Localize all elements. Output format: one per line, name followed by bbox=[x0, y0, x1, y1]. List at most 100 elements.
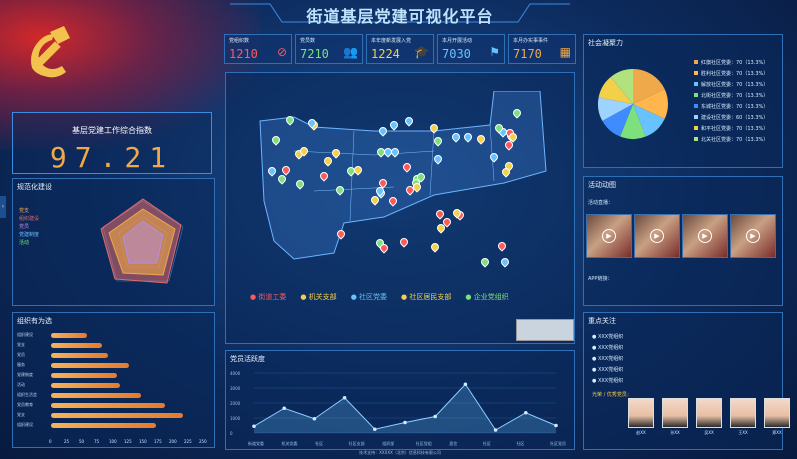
hbar-row: 服务 bbox=[17, 362, 207, 369]
video-thumb[interactable]: ▶ bbox=[730, 214, 776, 258]
x-tick-label: 居住 bbox=[449, 440, 457, 446]
member-card[interactable]: 王XX bbox=[730, 398, 756, 436]
honor-label: 光荣 / 优秀党员： bbox=[592, 392, 632, 398]
legend-swatch bbox=[694, 126, 698, 130]
pie-legend-item: 北街社区党委：70（13.3%） bbox=[694, 92, 768, 99]
focus-item-label: XXX党组织 bbox=[597, 378, 624, 384]
play-icon[interactable]: ▶ bbox=[602, 229, 616, 243]
panel-title: 组织有为选 bbox=[17, 317, 52, 325]
minimap[interactable] bbox=[516, 319, 574, 341]
hbar-label: 党员 bbox=[17, 352, 25, 357]
map-legend-item[interactable]: ● 社区党委 bbox=[351, 293, 387, 301]
kpi-label: 党组织数 bbox=[229, 38, 250, 44]
axis-tick: 175 bbox=[154, 439, 162, 444]
map-panel bbox=[225, 72, 575, 344]
line-point[interactable] bbox=[554, 423, 558, 428]
x-tick-label: 社区 bbox=[483, 440, 491, 446]
legend-swatch bbox=[694, 93, 698, 97]
y-tick-label: 3000 bbox=[230, 386, 241, 391]
focus-item[interactable]: ● XXX党组织 bbox=[592, 377, 623, 384]
page-title: 街道基层党建可视化平台 bbox=[306, 7, 494, 26]
legend-dot-icon: ● bbox=[350, 293, 360, 301]
legend-label: 企业党组织 bbox=[473, 293, 509, 301]
map-legend-item[interactable]: ● 社区居民支部 bbox=[401, 293, 451, 301]
member-name: 郑XX bbox=[772, 430, 782, 435]
member-photo bbox=[764, 398, 790, 428]
hbar-bar bbox=[51, 373, 117, 378]
map-legend: ● 街道工委 ● 机关支部 ● 社区党委 ● 社区居民支部 ● 企业党组织 bbox=[250, 292, 523, 302]
line-point[interactable] bbox=[252, 424, 256, 429]
axis-tick: 75 bbox=[94, 439, 100, 444]
member-name: 赵XX bbox=[636, 430, 646, 435]
line-area bbox=[254, 384, 556, 433]
map-legend-item[interactable]: ● 机关支部 bbox=[300, 293, 336, 301]
legend-dot-icon: ● bbox=[300, 293, 309, 301]
member-card[interactable]: 孙XX bbox=[662, 398, 688, 436]
line-point[interactable] bbox=[493, 428, 498, 432]
line-point[interactable] bbox=[433, 414, 437, 419]
member-card[interactable]: 赵XX bbox=[628, 398, 654, 436]
kpi-value: 7030 bbox=[442, 47, 471, 61]
line-point[interactable] bbox=[282, 406, 286, 411]
focus-item[interactable]: ● XXX党组织 bbox=[592, 366, 623, 373]
legend-label: 街道工委 bbox=[258, 293, 287, 301]
member-photo bbox=[730, 398, 756, 428]
kpi-value: 1210 bbox=[229, 47, 258, 61]
member-photo bbox=[662, 398, 688, 428]
legend-dot-icon: ● bbox=[465, 293, 474, 301]
legend-item: 组织建设 bbox=[19, 216, 40, 222]
axis-tick: 25 bbox=[64, 439, 70, 444]
kpi-card-deeds: 本月办实事事件 7170 ▦ bbox=[508, 34, 576, 64]
hbar-label: 党支 bbox=[17, 342, 25, 347]
party-emblem-icon bbox=[31, 26, 70, 78]
line-point[interactable] bbox=[524, 410, 528, 415]
member-card[interactable]: 郑XX bbox=[764, 398, 790, 436]
index-value: 97.21 bbox=[49, 141, 175, 174]
video-thumb[interactable]: ▶ bbox=[682, 214, 728, 258]
axis-tick: 200 bbox=[169, 439, 177, 444]
collapse-handle[interactable]: › bbox=[0, 196, 6, 218]
play-icon[interactable]: ▶ bbox=[698, 229, 712, 243]
focus-item[interactable]: ● XXX党组织 bbox=[592, 355, 623, 362]
legend-label: 北街社区党委：70（13.3%） bbox=[701, 93, 769, 99]
live-label: 活动直播： bbox=[588, 200, 614, 206]
legend-label: 机关支部 bbox=[308, 293, 337, 301]
organization-panel: 组织有为选 组织建设 党支 党员 服务 党建制度 活动 组织生活会 党员教育 党支 组织建设 02… bbox=[12, 312, 215, 448]
line-point[interactable] bbox=[403, 420, 407, 425]
hbar-label: 组织建设 bbox=[17, 422, 33, 427]
axis-tick: 125 bbox=[124, 439, 132, 444]
play-icon[interactable]: ▶ bbox=[650, 229, 664, 243]
hbar-bar bbox=[51, 343, 102, 348]
district-map bbox=[259, 91, 547, 260]
legend-swatch bbox=[694, 115, 698, 119]
hbar-row: 组织建设 bbox=[17, 422, 207, 429]
legend-item: 党员 bbox=[19, 224, 30, 230]
pie-legend-item: 北关社区党委：70（13.3%） bbox=[694, 136, 768, 143]
hbar-row: 党建制度 bbox=[17, 372, 207, 379]
video-thumb[interactable]: ▶ bbox=[586, 214, 632, 258]
pie-legend-item: 解放社区党委：70（13.3%） bbox=[694, 81, 768, 88]
video-thumb[interactable]: ▶ bbox=[634, 214, 680, 258]
activity-panel: 党员活跃度 4000 3000 2000 1000 0 街道党委 机关党委 社区 社区支部 组织部… bbox=[225, 350, 575, 450]
hbar-bar bbox=[51, 383, 120, 388]
member-photo bbox=[628, 398, 654, 428]
focus-item[interactable]: ● XXX党组织 bbox=[592, 344, 623, 351]
line-point[interactable] bbox=[373, 427, 377, 432]
focus-item-label: XXX党组织 bbox=[597, 345, 624, 351]
kpi-card-new: 本年度新发展入党 1224 🎓 bbox=[366, 34, 434, 64]
member-card[interactable]: 吴XX bbox=[696, 398, 722, 436]
map-legend-item[interactable]: ● 企业党组织 bbox=[465, 293, 508, 301]
legend-label: 红旗社区党委：70（13.3%） bbox=[701, 60, 769, 66]
legend-swatch bbox=[694, 137, 698, 141]
line-point[interactable] bbox=[312, 416, 317, 421]
hbar-row: 党员教育 bbox=[17, 402, 207, 409]
map-legend-item[interactable]: ● 街道工委 bbox=[250, 293, 286, 301]
legend-label: 和平社区党委：70（13.3%） bbox=[701, 126, 769, 132]
pie-legend-item: 胜利社区党委：70（13.3%） bbox=[694, 70, 768, 77]
focus-item[interactable]: ● XXX党组织 bbox=[592, 333, 623, 340]
line-point[interactable] bbox=[342, 395, 347, 400]
people-icon: 👥 bbox=[343, 45, 358, 59]
calendar-icon: ▦ bbox=[559, 45, 571, 59]
line-point[interactable] bbox=[463, 382, 468, 387]
play-icon[interactable]: ▶ bbox=[746, 229, 760, 243]
